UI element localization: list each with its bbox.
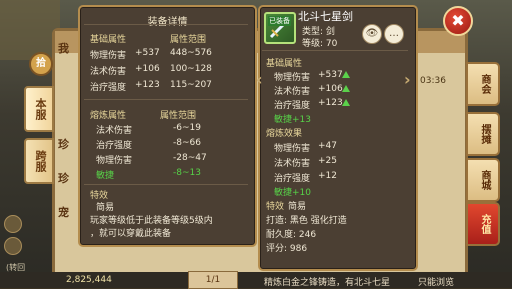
item-base-value: +106 [318,84,343,94]
forge-row-range: -8~66 [173,138,201,148]
item-special-title: 特效 [266,202,285,212]
item-forge-value: +47 [318,141,337,151]
item-forge-value: +12 [318,171,337,181]
pickup-round-button[interactable]: 拾 [29,52,53,76]
base-row-value: +106 [135,64,160,74]
next-item-arrow[interactable]: › [404,70,411,89]
time-display: 03:36 [420,76,446,86]
base-range-title: 属性范围 [170,35,207,45]
forge-row-label: 治疗强度 [96,141,133,151]
base-row-label: 治疗强度 [90,83,127,93]
tab-mall[interactable]: 商城 [466,158,500,202]
forge-row-label: 物理伤害 [96,156,133,166]
forge-row-range-highlight: -8~13 [173,168,201,178]
item-forge-title: 熔炼效果 [266,129,303,139]
item-forge-value: +25 [318,156,337,166]
forge-row-range: -6~19 [173,123,201,133]
panel-title: 装备详情 [147,17,188,28]
item-description: 精炼白金之锋铸造，有北斗七星 [264,278,391,288]
forge-row-label-highlight: 敏捷 [96,171,115,181]
item-base-title: 基础属性 [266,59,303,69]
item-base-label: 物理伤害 [274,73,311,83]
tab-cross-server[interactable]: 跨服 [24,138,54,184]
base-attr-title: 基础属性 [90,35,127,45]
equipped-tag: 已装备 [268,16,291,26]
item-base-value: +123 [318,98,343,108]
stat-up-arrow-icon [342,99,350,106]
base-row-range: 115~207 [170,80,212,90]
item-base-label: 法术伤害 [274,87,311,97]
forge-row-range: -28~47 [173,153,207,163]
tab-local-server[interactable]: 本服 [24,86,54,132]
background-tile [0,0,60,60]
page-indicator: 1/1 [188,271,238,289]
tab-guild-shop[interactable]: 商会 [466,62,500,106]
currency-amount: 2,825,444 [66,275,112,285]
browse-only-text: 只能浏览 [418,278,455,288]
tab-stall[interactable]: 摆摊 [466,112,500,156]
item-name: 北斗七星剑 [298,10,353,23]
left-side-icon-2[interactable] [4,237,22,255]
base-row-range: 100~128 [170,64,212,74]
item-icon[interactable]: 已装备 [264,12,296,44]
more-options-icon[interactable]: … [384,24,404,44]
item-agility: 敏捷+13 [274,115,311,125]
forge-attr-title: 熔炼属性 [90,111,127,121]
stat-up-arrow-icon [342,85,350,92]
base-row-label: 法术伤害 [90,67,127,77]
item-score: 评分: 986 [266,244,308,254]
level-note-line2: ，就可以穿戴此装备 [90,229,172,239]
forge-range-title: 属性范围 [160,111,197,121]
close-button[interactable]: ✖ [443,6,473,36]
item-forge-agility: 敏捷+10 [274,188,311,198]
item-forge-label: 治疗强度 [274,174,311,184]
section-divider [84,184,248,185]
item-forge-label: 法术伤害 [274,159,311,169]
item-forge-label: 物理伤害 [274,144,311,154]
stat-up-arrow-icon [342,71,350,78]
base-row-label: 物理伤害 [90,51,127,61]
item-base-label: 治疗强度 [274,101,311,111]
item-forged-by: 打造: 黑色 强化打造 [266,216,347,226]
eye-icon[interactable]: 👁 [362,24,382,44]
item-divider [262,50,408,51]
forge-row-label: 法术伤害 [96,126,133,136]
item-special-name: 简易 [288,202,307,212]
item-durability: 耐久度: 246 [266,230,317,240]
base-row-range: 448~576 [170,48,212,58]
tab-recharge[interactable]: 充值 [466,202,500,246]
prev-item-arrow[interactable]: ‹ [256,70,263,89]
left-side-icon-1[interactable] [4,215,22,233]
base-row-value: +537 [135,48,160,58]
base-row-value: +123 [135,80,160,90]
item-level: 等级: 70 [302,39,338,49]
item-base-value: +537 [318,70,343,80]
section-divider [84,99,248,100]
title-divider [84,24,248,25]
special-name: 简易 [96,203,115,213]
level-note-line1: 玩家等级低于此装备等级5级内 [90,216,213,226]
